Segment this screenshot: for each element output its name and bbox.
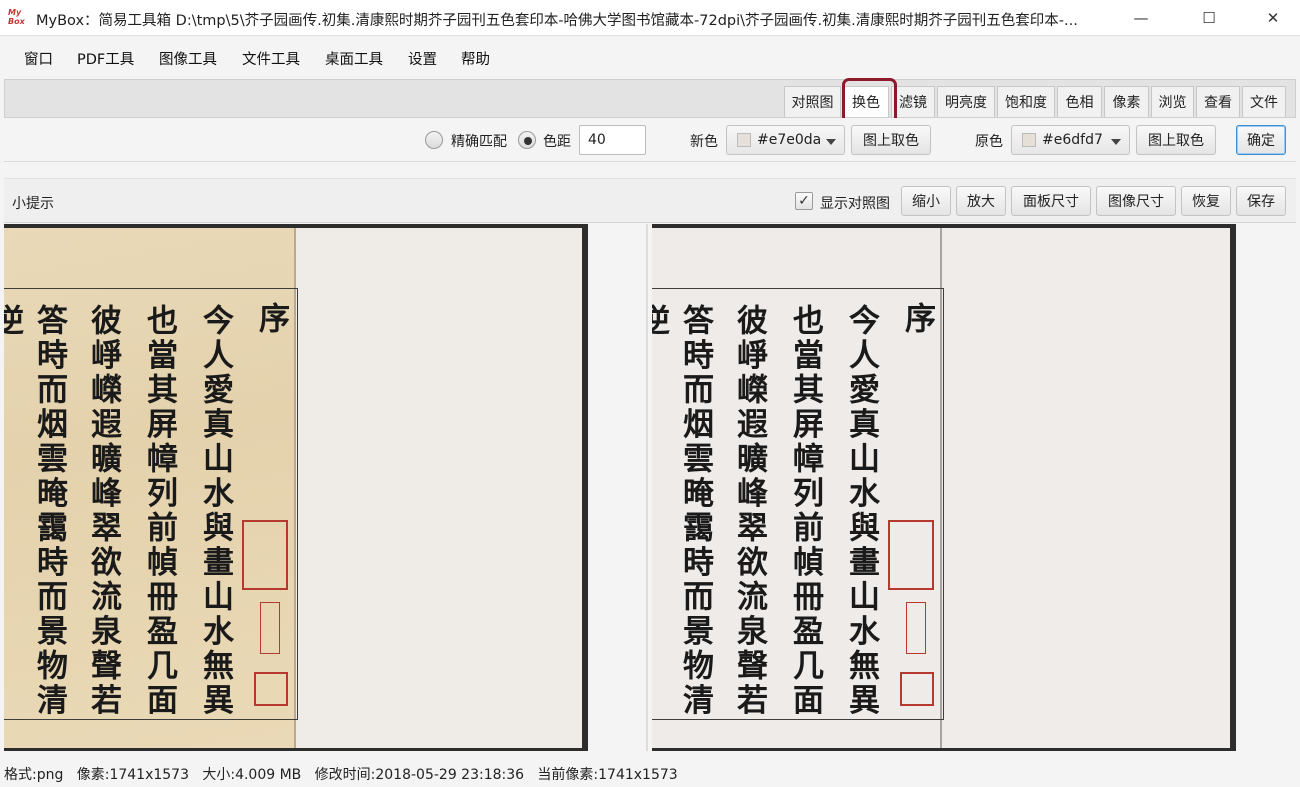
- pane-size-button[interactable]: 面板尺寸: [1011, 186, 1091, 216]
- exact-match-radio[interactable]: [425, 131, 443, 149]
- close-button[interactable]: ✕: [1250, 0, 1296, 36]
- text-column-2: 也當其屏幛列前幀冊盈几面: [141, 304, 177, 718]
- status-format: 格式:png: [4, 767, 64, 783]
- menu-desktop-tools[interactable]: 桌面工具: [325, 48, 383, 70]
- header-character: 序: [253, 302, 289, 337]
- text-column-3: 彼崢嶸遐曠峰翠欲流泉聲若: [731, 304, 767, 718]
- tab-pixels[interactable]: 像素: [1104, 86, 1149, 117]
- header-character: 序: [899, 302, 935, 337]
- new-color-value: #e7e0da: [757, 132, 822, 148]
- new-color-swatch: [737, 133, 751, 147]
- tab-browse[interactable]: 浏览: [1151, 86, 1194, 117]
- seal-stamp: [260, 602, 280, 654]
- checkmark-icon: ✓: [798, 193, 810, 209]
- status-modified: 修改时间:2018-05-29 23:18:36: [314, 767, 525, 783]
- text-column-1: 今人愛真山水與畫山水無異: [197, 304, 233, 718]
- zoom-in-button[interactable]: 放大: [956, 186, 1006, 216]
- menu-pdf-tools[interactable]: PDF工具: [77, 48, 134, 70]
- zoom-out-button[interactable]: 缩小: [901, 186, 951, 216]
- distance-label: 色距: [543, 134, 571, 150]
- minimize-button[interactable]: —: [1118, 0, 1164, 36]
- text-column-3: 彼崢嶸遐曠峰翠欲流泉聲若: [85, 304, 121, 718]
- maximize-button[interactable]: ☐: [1186, 0, 1232, 36]
- original-color-select[interactable]: #e6dfd7: [1011, 125, 1130, 155]
- image-size-button[interactable]: 图像尺寸: [1096, 186, 1176, 216]
- tab-brightness[interactable]: 明亮度: [937, 86, 995, 117]
- save-button[interactable]: 保存: [1236, 186, 1286, 216]
- tab-compare[interactable]: 对照图: [784, 86, 841, 117]
- tips-link[interactable]: 小提示: [12, 193, 54, 213]
- original-image-pane[interactable]: 序 今人愛真山水與畫山水無異 也當其屏幛列前幀冊盈几面 彼崢嶸遐曠峰翠欲流泉聲若…: [4, 224, 588, 751]
- menu-window[interactable]: 窗口: [24, 48, 53, 70]
- pick-original-color-button[interactable]: 图上取色: [1136, 125, 1216, 155]
- text-column-4: 答時而烟雲晻靄時而景物清: [677, 304, 713, 718]
- status-size: 大小:4.009 MB: [202, 767, 302, 783]
- pane-divider[interactable]: [646, 224, 648, 751]
- show-compare-checkbox[interactable]: ✓: [795, 192, 813, 210]
- new-color-select[interactable]: #e7e0da: [726, 125, 845, 155]
- exact-match-label: 精确匹配: [451, 134, 507, 150]
- original-color-swatch: [1022, 133, 1036, 147]
- menu-file-tools[interactable]: 文件工具: [242, 48, 300, 70]
- chevron-down-icon: [826, 139, 836, 145]
- menu-image-tools[interactable]: 图像工具: [159, 48, 217, 70]
- status-current-pixels: 当前像素:1741x1573: [537, 767, 678, 783]
- app-logo-icon: My Box: [8, 8, 25, 26]
- recolored-page-right: [942, 228, 1230, 748]
- seal-stamp: [900, 672, 934, 706]
- text-column-2: 也當其屏幛列前幀冊盈几面: [787, 304, 823, 718]
- text-column-5: 逆: [4, 304, 23, 339]
- menu-settings[interactable]: 设置: [408, 48, 437, 70]
- confirm-button[interactable]: 确定: [1236, 125, 1286, 155]
- new-color-label: 新色: [690, 134, 718, 150]
- show-compare-label: 显示对照图: [820, 196, 890, 212]
- window-title: MyBox：简易工具箱 D:\tmp\5\芥子园画传.初集.清康熙时期芥子园刊五…: [36, 13, 1078, 29]
- tab-filter[interactable]: 滤镜: [891, 86, 935, 117]
- seal-stamp: [242, 520, 288, 590]
- status-pixels: 像素:1741x1573: [76, 767, 189, 783]
- seal-stamp: [254, 672, 288, 706]
- distance-input[interactable]: 40: [579, 125, 646, 155]
- tab-file[interactable]: 文件: [1242, 86, 1286, 117]
- seal-stamp: [906, 602, 926, 654]
- original-color-value: #e6dfd7: [1042, 132, 1103, 148]
- tab-saturation[interactable]: 饱和度: [997, 86, 1055, 117]
- restore-button[interactable]: 恢复: [1181, 186, 1231, 216]
- status-bar: 格式:png 像素:1741x1573 大小:4.009 MB 修改时间:201…: [4, 764, 1296, 784]
- seal-stamp: [888, 520, 934, 590]
- recolored-image-pane[interactable]: 序 今人愛真山水與畫山水無異 也當其屏幛列前幀冊盈几面 彼崢嶸遐曠峰翠欲流泉聲若…: [652, 224, 1236, 751]
- tab-bar: [4, 79, 1296, 118]
- text-column-1: 今人愛真山水與畫山水無異: [843, 304, 879, 718]
- pick-new-color-button[interactable]: 图上取色: [851, 125, 931, 155]
- original-page-right: [296, 228, 582, 748]
- text-column-5: 逆: [652, 304, 669, 339]
- text-column-4: 答時而烟雲晻靄時而景物清: [31, 304, 67, 718]
- tab-view[interactable]: 查看: [1196, 86, 1240, 117]
- distance-radio[interactable]: [518, 131, 536, 149]
- menu-help[interactable]: 帮助: [461, 48, 490, 70]
- chevron-down-icon: [1111, 139, 1121, 145]
- tab-hue[interactable]: 色相: [1057, 86, 1102, 117]
- original-color-label: 原色: [975, 134, 1003, 150]
